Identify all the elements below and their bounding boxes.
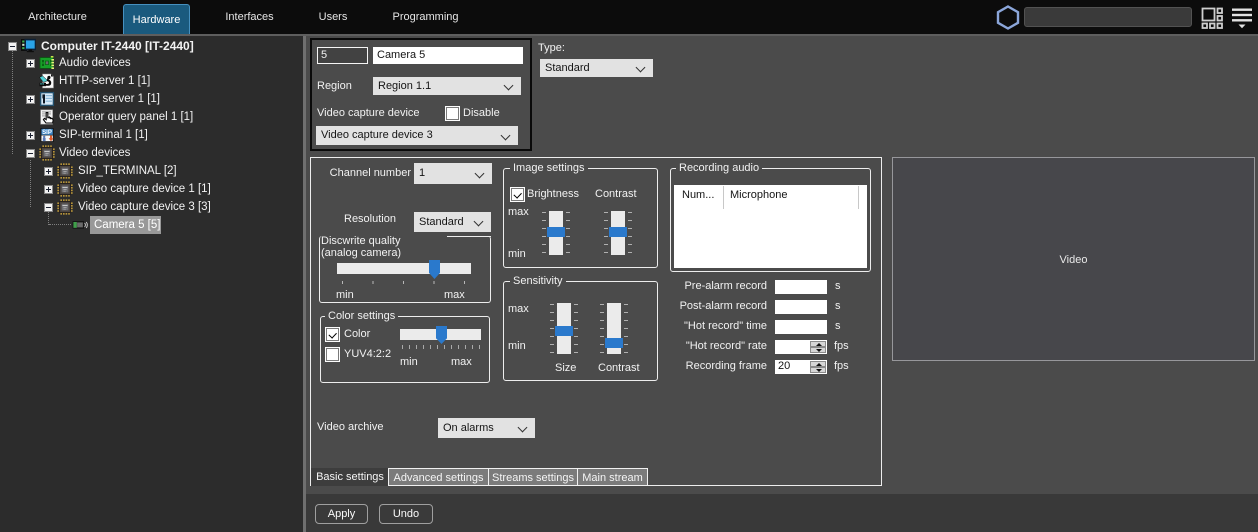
svg-text:SIP: SIP	[42, 130, 52, 136]
